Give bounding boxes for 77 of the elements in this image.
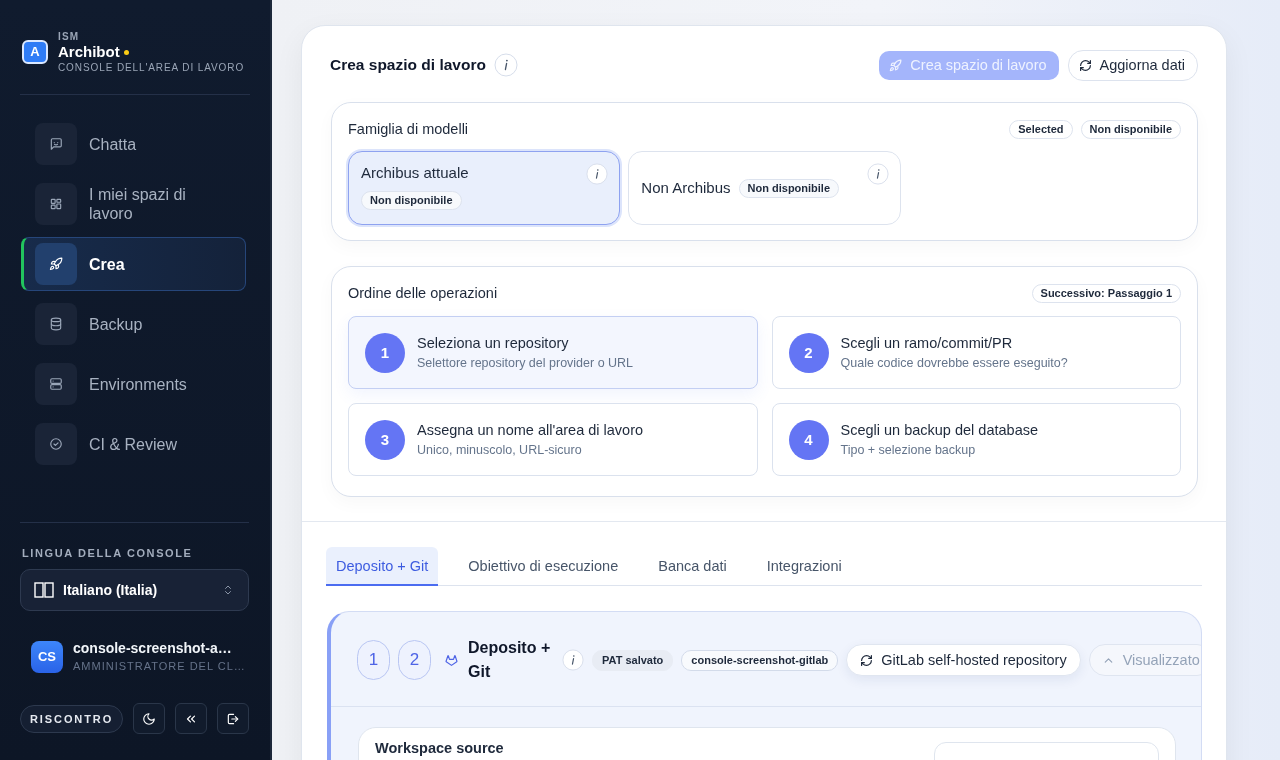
- language-select[interactable]: Italiano (Italia): [20, 569, 249, 611]
- panel-title: Ordine delle operazioni: [348, 285, 498, 301]
- step-card[interactable]: 1 Seleziona un repository Selettore repository del provider o URL: [348, 316, 758, 389]
- user-role: AMMINISTRATORE DEL CL…: [73, 660, 246, 673]
- status-dot-icon: [123, 49, 129, 55]
- availability-badge: Non disponibile: [738, 178, 840, 198]
- step-pill: 2: [398, 640, 431, 680]
- fox-icon: [445, 653, 458, 667]
- user-avatar: CS: [31, 640, 63, 673]
- org-label: ISM: [58, 30, 81, 43]
- glyph-boxes-icon: [34, 582, 54, 598]
- step-card[interactable]: 2 Scegli un ramo/commit/PR Quale codice dovrebbe essere eseguito?: [771, 316, 1181, 389]
- status-badge: PAT salvato: [592, 649, 674, 671]
- app-subtitle: CONSOLE DELL'AREA DI LAVORO: [58, 61, 245, 74]
- tab[interactable]: Integrazioni: [756, 547, 852, 586]
- step-number: 1: [365, 332, 405, 373]
- step-title: Seleziona un repository: [417, 334, 570, 352]
- chevron-up-down-icon: [222, 584, 234, 596]
- info-icon[interactable]: [586, 163, 609, 185]
- database-icon: [35, 303, 77, 345]
- chat-icon: [35, 123, 77, 165]
- step-number: 4: [788, 419, 829, 460]
- server-icon: [35, 363, 77, 405]
- step-description: Selettore repository del provider o URL: [417, 355, 634, 371]
- page-title: Crea spazio di lavoro: [330, 56, 486, 74]
- tab[interactable]: Obiettivo di esecuzione: [458, 547, 629, 586]
- rocket-icon: [889, 58, 903, 72]
- user-name: console-screenshot-a…: [73, 640, 233, 656]
- next-step-badge: Successivo: Passaggio 1: [1031, 283, 1181, 303]
- rocket-icon: [35, 243, 77, 285]
- collapse-sidebar-button[interactable]: [175, 703, 208, 734]
- model-option-card[interactable]: Non Archibus Non disponibile: [628, 151, 901, 225]
- nav-item[interactable]: Chatta: [21, 117, 246, 171]
- tab[interactable]: Deposito + Git: [326, 547, 439, 586]
- step-number: 2: [788, 332, 829, 373]
- model-option-card[interactable]: Archibus attuale Non disponibile: [348, 151, 621, 225]
- logo-icon: A: [22, 40, 48, 64]
- step-title: Scegli un backup del database: [840, 421, 1038, 439]
- panel-title: Famiglia di modelli: [348, 121, 469, 137]
- theme-toggle-button[interactable]: [133, 703, 166, 734]
- app-name: Archibot: [58, 43, 120, 61]
- step-number: 3: [365, 419, 405, 460]
- refresh-icon: [860, 653, 874, 667]
- card-title: Workspace source: [375, 739, 504, 757]
- nav-item[interactable]: I miei spazi di lavoro: [21, 177, 246, 231]
- status-badge: console-screenshot-gitlab: [681, 649, 839, 671]
- grid-icon: [35, 183, 77, 225]
- nav-item[interactable]: Crea: [21, 237, 246, 291]
- step-title: Assegna un nome all'area di lavoro: [417, 421, 644, 439]
- nav-item[interactable]: CI & Review: [21, 417, 246, 471]
- legend-badge: Selected: [1009, 119, 1073, 139]
- step-card[interactable]: 3 Assegna un nome all'area di lavoro Unico, minuscolo, URL-sicuro: [348, 403, 758, 476]
- info-icon[interactable]: [866, 163, 889, 185]
- info-icon[interactable]: [493, 53, 518, 77]
- step-title: Scegli un ramo/commit/PR: [840, 334, 1014, 352]
- refresh-icon: [1078, 58, 1092, 72]
- logout-icon: [226, 711, 241, 726]
- step-description: Tipo + selezione backup: [840, 442, 977, 458]
- step-pill: 1: [357, 640, 390, 680]
- refresh-button[interactable]: Aggiorna dati: [1067, 49, 1198, 81]
- section-title: Deposito + Git: [468, 638, 552, 682]
- step-description: Unico, minuscolo, URL-sicuro: [417, 442, 583, 458]
- moon-icon: [142, 711, 157, 726]
- option-title: Non Archibus: [641, 178, 731, 198]
- nav-item[interactable]: Backup: [21, 297, 246, 351]
- legend-badge: Non disponibile: [1080, 119, 1181, 139]
- tab[interactable]: Banca dati: [648, 547, 737, 586]
- option-title: Archibus attuale: [361, 163, 469, 183]
- step-description: Quale codice dovrebbe essere eseguito?: [840, 355, 1068, 371]
- availability-badge: Non disponibile: [361, 191, 462, 210]
- step-card[interactable]: 4 Scegli un backup del database Tipo + selezione backup: [771, 403, 1181, 476]
- logout-button[interactable]: [217, 703, 249, 734]
- provider-button[interactable]: GitLab self-hosted repository: [846, 644, 1081, 676]
- info-icon[interactable]: [562, 649, 584, 671]
- language-label: LINGUA DELLA CONSOLE: [22, 547, 194, 560]
- feedback-button[interactable]: RISCONTRO: [20, 704, 124, 733]
- nav-item[interactable]: Environments: [21, 357, 246, 411]
